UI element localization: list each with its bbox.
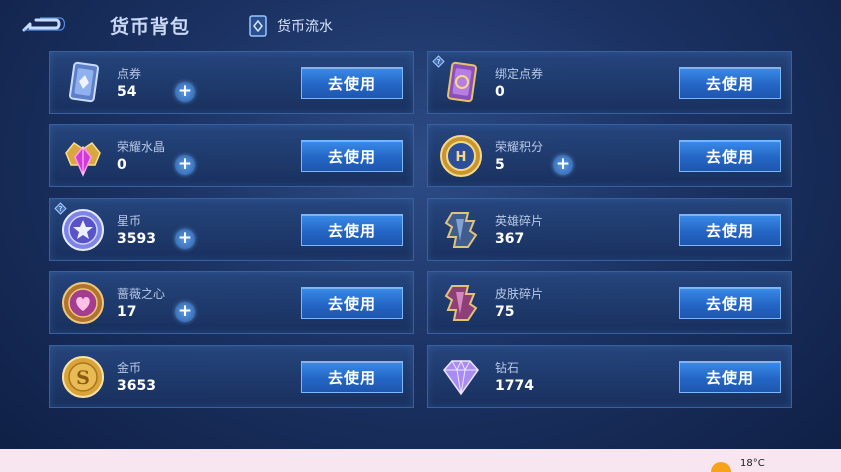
use-gold-coin-button[interactable]: 去使用 bbox=[301, 361, 403, 393]
currency-amount: 17 bbox=[117, 304, 137, 320]
coupon-card-icon bbox=[68, 61, 100, 103]
currency-name: 钻石 bbox=[495, 361, 520, 375]
use-glory-crystal-button[interactable]: 去使用 bbox=[301, 140, 403, 172]
currency-card-coupon: 点券 54 + 去使用 bbox=[49, 51, 414, 114]
star-coin-icon bbox=[62, 209, 104, 251]
use-hero-fragment-button[interactable]: 去使用 bbox=[679, 214, 781, 246]
use-diamond-button[interactable]: 去使用 bbox=[679, 361, 781, 393]
temperature: 18°C bbox=[740, 458, 765, 469]
skin-fragment-icon bbox=[444, 285, 478, 321]
currency-amount: 3653 bbox=[117, 378, 156, 394]
glory-crystal-icon bbox=[65, 141, 101, 177]
currency-card-diamond: 钻石 1774 去使用 bbox=[427, 345, 792, 408]
svg-text:H: H bbox=[456, 150, 467, 165]
add-glory-crystal-button[interactable]: + bbox=[175, 155, 195, 175]
currency-name: 皮肤碎片 bbox=[495, 287, 544, 301]
currency-amount: 0 bbox=[117, 157, 127, 173]
currency-name: 绑定点券 bbox=[495, 67, 544, 81]
use-star-coin-button[interactable]: 去使用 bbox=[301, 214, 403, 246]
currency-name: 荣耀积分 bbox=[495, 140, 544, 154]
diamond-icon bbox=[443, 359, 479, 396]
currency-card-gold-coin: S 金币 3653 去使用 bbox=[49, 345, 414, 408]
gold-coin-icon: S bbox=[62, 356, 104, 398]
currency-name: 蔷薇之心 bbox=[117, 287, 166, 301]
add-star-coin-button[interactable]: + bbox=[175, 229, 195, 249]
sun-icon bbox=[711, 462, 731, 472]
add-rose-heart-button[interactable]: + bbox=[175, 302, 195, 322]
currency-ledger-button[interactable]: 货币流水 bbox=[247, 13, 333, 39]
taskbar: 18°C bbox=[0, 449, 841, 472]
currency-amount: 75 bbox=[495, 304, 515, 320]
use-glory-points-button[interactable]: 去使用 bbox=[679, 140, 781, 172]
currency-name: 金币 bbox=[117, 361, 142, 375]
currency-amount: 0 bbox=[495, 84, 505, 100]
back-button[interactable] bbox=[20, 13, 66, 37]
use-coupon-button[interactable]: 去使用 bbox=[301, 67, 403, 99]
currency-amount: 54 bbox=[117, 84, 137, 100]
currency-card-skin-fragment: 皮肤碎片 75 去使用 bbox=[427, 271, 792, 334]
currency-amount: 3593 bbox=[117, 231, 156, 247]
currency-card-glory-points: H 荣耀积分 5 + 去使用 bbox=[427, 124, 792, 187]
back-arrow-icon bbox=[22, 17, 66, 32]
currency-amount: 367 bbox=[495, 231, 525, 247]
add-coupon-button[interactable]: + bbox=[175, 82, 195, 102]
currency-name: 荣耀水晶 bbox=[117, 140, 166, 154]
glory-points-coin-icon: H bbox=[440, 135, 482, 177]
weather-widget[interactable]: 18°C bbox=[709, 456, 839, 472]
ledger-label: 货币流水 bbox=[277, 19, 333, 35]
header: 货币背包 货币流水 bbox=[0, 0, 841, 50]
hero-fragment-icon bbox=[444, 212, 478, 248]
currency-amount: 5 bbox=[495, 157, 505, 173]
currency-name: 英雄碎片 bbox=[495, 214, 544, 228]
use-bound-coupon-button[interactable]: 去使用 bbox=[679, 67, 781, 99]
currency-card-glory-crystal: 荣耀水晶 0 + 去使用 bbox=[49, 124, 414, 187]
page-title: 货币背包 bbox=[110, 16, 191, 38]
currency-card-rose-heart: 蔷薇之心 17 + 去使用 bbox=[49, 271, 414, 334]
currency-grid: 点券 54 + 去使用 ? 绑定点券 0 去使用 荣耀水晶 0 + 去使用 H … bbox=[49, 51, 793, 408]
currency-card-bound-coupon: ? 绑定点券 0 去使用 bbox=[427, 51, 792, 114]
currency-name: 点券 bbox=[117, 67, 142, 81]
currency-card-star-coin: ? 星币 3593 + 去使用 bbox=[49, 198, 414, 261]
ledger-card-icon bbox=[249, 15, 267, 37]
rose-heart-coin-icon bbox=[62, 282, 104, 324]
svg-text:S: S bbox=[76, 367, 90, 389]
currency-card-hero-fragment: 英雄碎片 367 去使用 bbox=[427, 198, 792, 261]
currency-name: 星币 bbox=[117, 214, 142, 228]
bound-coupon-card-icon bbox=[446, 61, 478, 103]
currency-amount: 1774 bbox=[495, 378, 534, 394]
use-rose-heart-button[interactable]: 去使用 bbox=[301, 287, 403, 319]
use-skin-fragment-button[interactable]: 去使用 bbox=[679, 287, 781, 319]
add-glory-points-button[interactable]: + bbox=[553, 155, 573, 175]
